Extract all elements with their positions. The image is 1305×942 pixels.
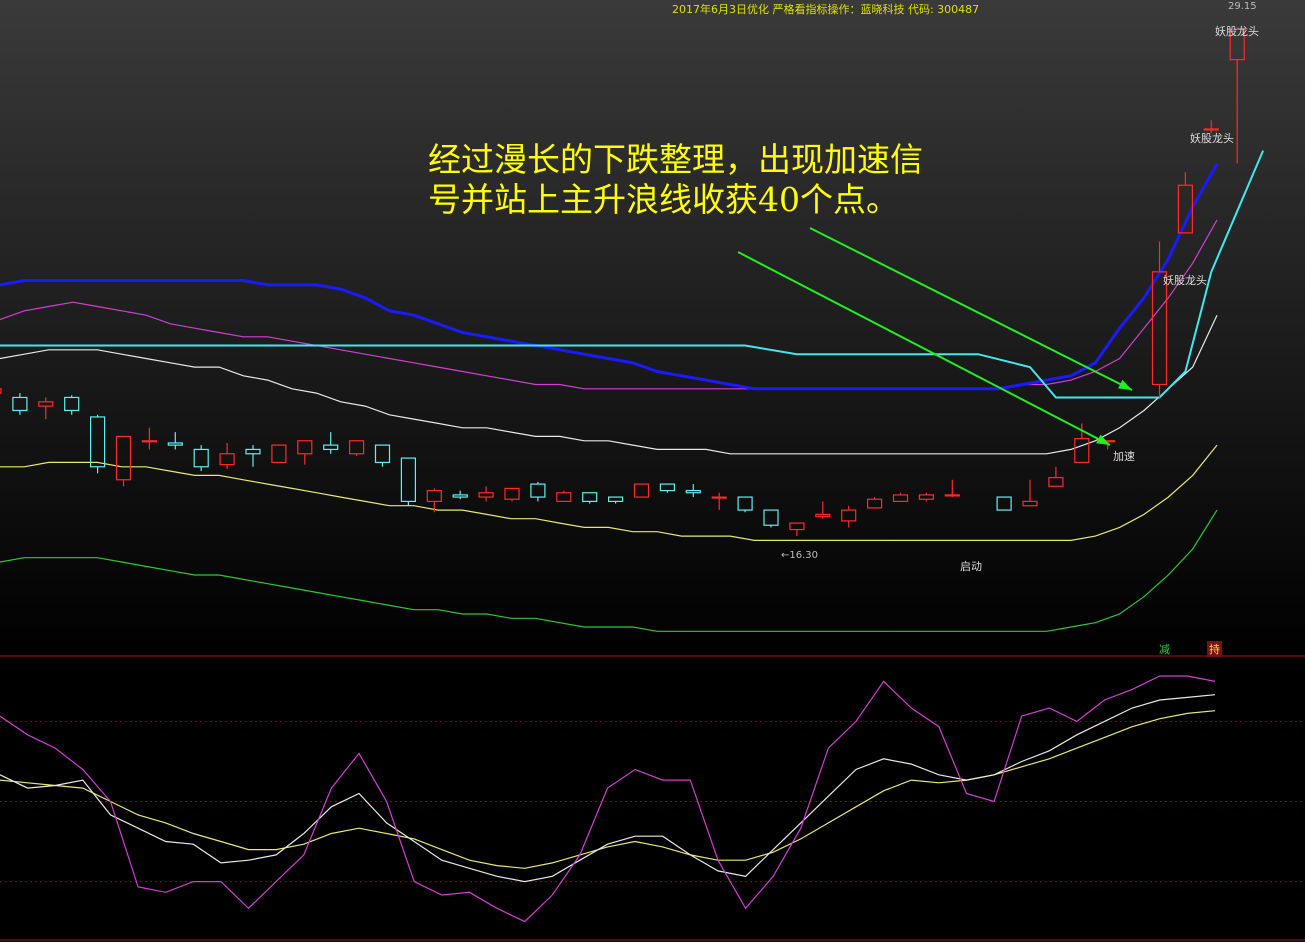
top-price-label: 29.15 [1228, 1, 1257, 12]
candle-body [711, 496, 727, 499]
oscillator-lines [0, 675, 1216, 923]
candle-body [944, 494, 960, 497]
signal-dragon-1: 妖股龙头 [1215, 25, 1259, 38]
annotation-line-1: 经过漫长的下跌整理，出现加速信 [428, 140, 923, 179]
candle-body [141, 440, 157, 443]
annotation-line-2: 号并站上主升浪线收获40个点。 [428, 180, 899, 219]
signal-dragon-2: 妖股龙头 [1190, 132, 1234, 145]
oscillator-grid [0, 720, 1305, 883]
signal-accelerate: 加速 [1113, 450, 1135, 463]
low-price-marker: ←16.30 [781, 550, 819, 561]
signal-badge-reduce: 减 [1159, 643, 1170, 656]
signal-start: 启动 [960, 560, 982, 573]
chart-title: 2017年6月3日优化 严格看指标操作：蓝晓科技 代码: 300487 [672, 3, 980, 16]
signal-dragon-3: 妖股龙头 [1163, 274, 1207, 287]
oscillator-magenta-line [0, 675, 1216, 923]
annotation-text: 经过漫长的下跌整理，出现加速信 号并站上主升浪线收获40个点。 [428, 140, 923, 220]
signal-badge-hold: 持 [1207, 641, 1222, 657]
